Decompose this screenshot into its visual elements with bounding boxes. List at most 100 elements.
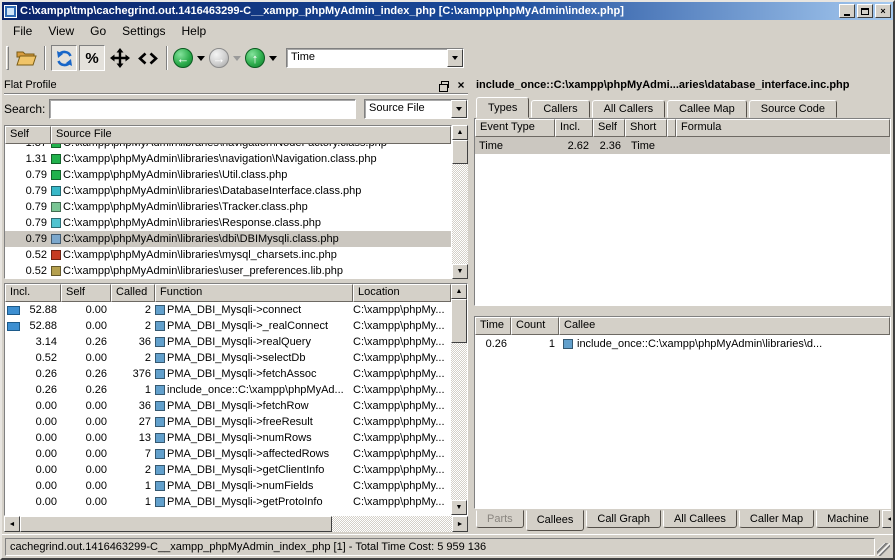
chevron-down-icon [452,56,458,60]
close-button[interactable]: × [875,4,891,18]
column-header-count[interactable]: Count [511,317,559,335]
maximize-button[interactable] [857,4,873,18]
function-row[interactable]: 0.00 0.00 1 PMA_DBI_Mysqli->getProtoInfo… [5,494,451,510]
column-header-called[interactable]: Called [111,284,155,302]
up-button[interactable]: ↑ [245,48,265,68]
toolbar-grip[interactable] [6,46,9,70]
cycle-groups-button[interactable] [51,45,77,71]
column-header-incl[interactable]: Incl. [555,119,593,137]
function-row[interactable]: 0.00 0.00 2 PMA_DBI_Mysqli->getClientInf… [5,462,451,478]
titlebar[interactable]: C:\xampp\tmp\cachegrind.out.1416463299-C… [2,2,893,20]
called-cell: 36 [111,400,155,412]
function-row[interactable]: 0.00 0.00 7 PMA_DBI_Mysqli->affectedRows… [5,446,451,462]
function-row[interactable]: 0.00 0.00 27 PMA_DBI_Mysqli->freeResult … [5,414,451,430]
column-header-blank[interactable] [667,119,676,137]
detail-tab[interactable]: Types [476,97,529,118]
scrollbar-thumb[interactable] [452,140,468,164]
source-file-row[interactable]: 0.79 C:\xampp\phpMyAdmin\libraries\Util.… [5,167,451,183]
source-file-row[interactable]: 0.52 C:\xampp\phpMyAdmin\libraries\user_… [5,263,451,278]
scroll-down-icon[interactable]: ▼ [452,264,468,279]
minimize-button[interactable] [839,4,855,18]
detail-bottom-tab[interactable]: Machine [816,510,880,528]
source-file-row[interactable]: 1.37 C:\xampp\phpMyAdmin\libraries\navig… [5,144,451,151]
menu-go[interactable]: Go [83,22,113,40]
menu-view[interactable]: View [41,22,81,40]
detail-bottom-tab[interactable]: Call Graph [586,510,661,528]
scroll-right-icon[interactable]: ► [452,516,468,532]
menu-help[interactable]: Help [175,22,214,40]
resize-grip[interactable] [877,543,890,556]
source-file-row[interactable]: 0.79 C:\xampp\phpMyAdmin\libraries\dbi\D… [5,231,451,247]
column-header-self[interactable]: Self [5,126,51,144]
function-row[interactable]: 0.00 0.00 1 PMA_DBI_Mysqli->numFields C:… [5,478,451,494]
callee-row[interactable]: 0.26 1 include_once::C:\xampp\phpMyAdmin… [475,335,890,352]
source-file-row[interactable]: 0.79 C:\xampp\phpMyAdmin\libraries\Respo… [5,215,451,231]
column-header-formula[interactable]: Formula [676,119,890,137]
menu-settings[interactable]: Settings [115,22,172,40]
expand-areas-button[interactable] [107,45,133,71]
column-header-self[interactable]: Self [61,284,111,302]
detail-bottom-tab[interactable]: Parts [476,510,524,528]
column-header-function[interactable]: Function [155,284,353,302]
relative-percent-button[interactable]: % [79,45,105,71]
event-type-combobox[interactable]: Time [286,48,464,68]
open-file-button[interactable] [13,45,39,71]
source-list-vscrollbar[interactable]: ▲ ▼ [452,125,468,279]
function-row[interactable]: 52.88 0.00 2 PMA_DBI_Mysqli->_realConnec… [5,318,451,334]
function-row[interactable]: 0.00 0.00 13 PMA_DBI_Mysqli->numRows C:\… [5,430,451,446]
scroll-left-icon[interactable]: ◄ [4,516,20,532]
function-cell: PMA_DBI_Mysqli->_realConnect [155,320,353,332]
event-type-dropdown-button[interactable] [447,49,463,67]
group-by-dropdown-button[interactable] [451,100,467,118]
detail-tab[interactable]: All Callers [592,100,666,118]
detail-tab[interactable]: Callee Map [667,100,747,118]
location-cell: C:\xampp\phpMy... [353,336,451,348]
column-header-location[interactable]: Location [353,284,451,302]
function-cell: PMA_DBI_Mysqli->getClientInfo [155,464,353,476]
function-row[interactable]: 52.88 0.00 2 PMA_DBI_Mysqli->connect C:\… [5,302,451,318]
column-header-self[interactable]: Self [593,119,625,137]
splitter-direction-button[interactable] [135,45,161,71]
detail-bottom-tab[interactable]: Caller Map [739,510,814,528]
scrollbar-thumb[interactable] [20,516,332,532]
column-header-short[interactable]: Short [625,119,667,137]
detail-bottom-tab[interactable]: Callees [526,510,585,531]
source-file-row[interactable]: 1.31 C:\xampp\phpMyAdmin\libraries\navig… [5,151,451,167]
tab-scroll-left-icon[interactable]: ◄ [882,510,891,528]
source-file-row[interactable]: 0.79 C:\xampp\phpMyAdmin\libraries\Datab… [5,183,451,199]
detail-bottom-tab[interactable]: All Callees [663,510,737,528]
back-dropdown-caret[interactable] [197,56,205,61]
scrollbar-thumb[interactable] [451,299,467,343]
function-row[interactable]: 0.00 0.00 36 PMA_DBI_Mysqli->fetchRow C:… [5,398,451,414]
function-table-vscrollbar[interactable]: ▲ ▼ [451,284,467,515]
scroll-up-icon[interactable]: ▲ [451,284,467,299]
function-row[interactable]: 0.26 0.26 1 include_once::C:\xampp\phpMy… [5,382,451,398]
group-by-combobox[interactable]: Source File [364,99,468,119]
column-header-callee[interactable]: Callee [559,317,890,335]
incl-cell: 2.62 [555,140,593,152]
function-row[interactable]: 0.52 0.00 2 PMA_DBI_Mysqli->selectDb C:\… [5,350,451,366]
detail-tab[interactable]: Callers [531,100,589,118]
back-button[interactable]: ← [173,48,193,68]
function-table-hscrollbar[interactable]: ◄ ► [4,516,468,532]
menu-file[interactable]: File [6,22,39,40]
self-cell: 0.00 [61,432,111,444]
column-header-event-type[interactable]: Event Type [475,119,555,137]
event-type-row[interactable]: Time 2.62 2.36 Time [475,137,890,154]
dock-titlebar[interactable]: Flat Profile × [4,76,468,94]
up-dropdown-caret[interactable] [269,56,277,61]
scroll-down-icon[interactable]: ▼ [451,500,467,515]
dock-float-button[interactable] [438,78,452,91]
detail-tab[interactable]: Source Code [749,100,837,118]
function-row[interactable]: 0.26 0.26 376 PMA_DBI_Mysqli->fetchAssoc… [5,366,451,382]
function-row[interactable]: 3.14 0.26 36 PMA_DBI_Mysqli->realQuery C… [5,334,451,350]
source-file-row[interactable]: 0.79 C:\xampp\phpMyAdmin\libraries\Track… [5,199,451,215]
column-header-incl[interactable]: Incl. [5,284,61,302]
source-file-row[interactable]: 0.52 C:\xampp\phpMyAdmin\libraries\mysql… [5,247,451,263]
column-header-source-file[interactable]: Source File [51,126,451,144]
column-header-time[interactable]: Time [475,317,511,335]
horizontal-splitter[interactable] [474,306,891,316]
dock-close-button[interactable]: × [454,78,468,91]
scroll-up-icon[interactable]: ▲ [452,125,468,140]
search-input[interactable] [49,99,356,119]
